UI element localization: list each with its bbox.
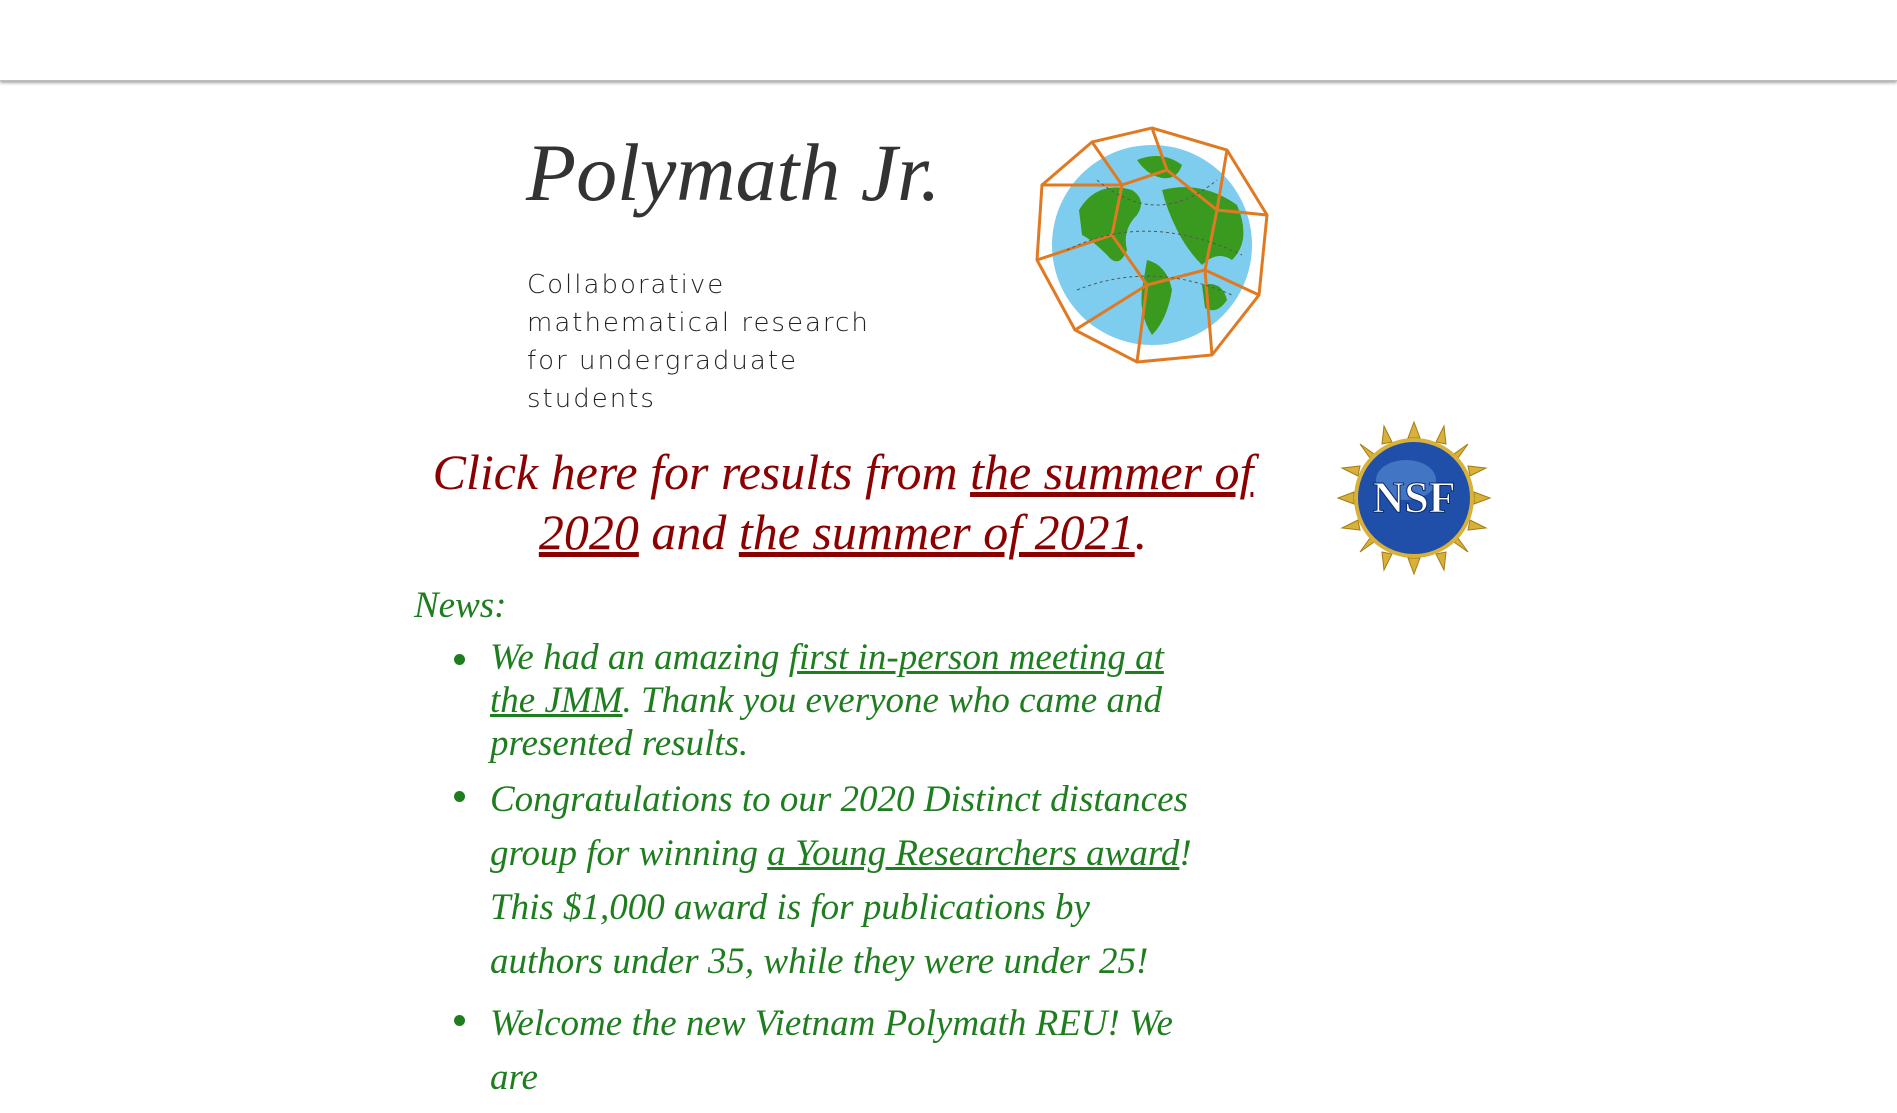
bullet-icon — [454, 1015, 465, 1026]
young-researchers-award-link[interactable]: a Young Researchers award — [767, 833, 1179, 874]
svg-text:NSF: NSF — [1372, 473, 1455, 522]
site-tagline: Collaborative mathematical research for … — [527, 270, 870, 414]
results-prefix: Click here for results from — [432, 444, 971, 500]
globe-logo-icon — [1027, 120, 1277, 370]
bullet-icon — [454, 791, 465, 802]
news-heading: News: — [414, 585, 507, 626]
site-title: Polymath Jr. — [526, 127, 941, 218]
bullet-icon — [454, 654, 465, 665]
summer-2021-link[interactable]: the summer of 2021 — [739, 504, 1135, 560]
news-list: We had an amazing first in-person meetin… — [454, 636, 1210, 1113]
news-item: Congratulations to our 2020 Distinct dis… — [454, 773, 1210, 989]
news-item: Welcome the new Vietnam Polymath REU! We… — [454, 997, 1210, 1105]
results-middle: and — [638, 504, 739, 560]
results-banner: Click here for results from the summer o… — [418, 442, 1268, 562]
news-item-text: We had an amazing — [490, 637, 789, 678]
results-suffix: . — [1134, 504, 1148, 560]
news-item: We had an amazing first in-person meetin… — [454, 636, 1210, 765]
nsf-logo-icon: NSF — [1336, 420, 1492, 576]
news-item-text: Welcome the new Vietnam Polymath REU! We… — [490, 1003, 1173, 1098]
top-header-bar — [0, 0, 1897, 81]
